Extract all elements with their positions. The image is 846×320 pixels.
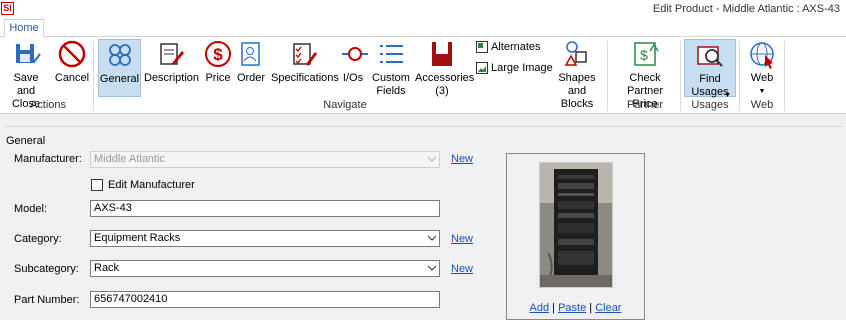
ribbon-separator xyxy=(784,41,785,111)
manufacturer-select[interactable]: Middle Atlantic xyxy=(90,151,440,168)
product-image-panel: Add | Paste | Clear xyxy=(506,153,645,320)
part-number-value: 656747002410 xyxy=(94,293,168,305)
section-divider xyxy=(4,126,842,127)
shapes-icon xyxy=(564,41,587,66)
paste-image-link[interactable]: Paste xyxy=(558,302,586,314)
description-icon xyxy=(160,43,184,65)
large-image-label: Large Image xyxy=(491,62,553,74)
new-subcategory-link[interactable]: New xyxy=(451,263,473,275)
category-label: Category: xyxy=(14,233,62,245)
custom-fields-button[interactable]: Custom Fields xyxy=(371,39,411,98)
link-separator: | xyxy=(552,302,555,314)
model-value: AXS-43 xyxy=(94,202,132,214)
list-icon xyxy=(380,45,403,63)
dollar-icon: $ xyxy=(205,41,231,67)
section-general-label: General xyxy=(6,135,46,147)
ribbon-separator xyxy=(680,41,681,111)
actions-group-label: Actions xyxy=(29,99,67,111)
partner-group-label: Partner xyxy=(626,99,664,111)
description-button[interactable]: Description xyxy=(144,39,200,85)
price-label: Price xyxy=(205,72,231,84)
find-usages-icon xyxy=(697,46,723,67)
subcategory-select[interactable]: Rack xyxy=(90,260,440,277)
form-panel: General Manufacturer: Middle Atlantic Ne… xyxy=(0,115,846,320)
ios-label: I/Os xyxy=(342,72,364,84)
usages-group-label: Usages xyxy=(691,99,729,111)
alternates-button[interactable]: Alternates xyxy=(476,41,541,53)
checklist-icon xyxy=(293,43,317,66)
subcategory-value: Rack xyxy=(94,262,120,274)
category-select[interactable]: Equipment Racks xyxy=(90,230,440,247)
link-separator: | xyxy=(589,302,593,314)
ribbon-tab-row: Home xyxy=(0,18,846,38)
accessories-icon xyxy=(432,42,452,66)
chevron-down-icon xyxy=(428,156,436,162)
manufacturer-label: Manufacturer: xyxy=(14,153,82,165)
ribbon-separator xyxy=(93,41,94,111)
large-image-button[interactable]: Large Image xyxy=(476,62,553,74)
alternates-label: Alternates xyxy=(491,41,541,53)
shapes-and-blocks-button[interactable]: Shapes and Blocks xyxy=(551,39,603,111)
app-logo: SI xyxy=(1,2,14,15)
new-category-link[interactable]: New xyxy=(451,233,473,245)
image-actions: Add | Paste | Clear xyxy=(507,302,644,314)
description-label: Description xyxy=(144,72,200,84)
edit-manufacturer-checkbox[interactable] xyxy=(91,179,103,191)
accessories-label: Accessories (3) xyxy=(415,72,475,97)
general-button[interactable]: General xyxy=(98,39,141,97)
web-label: Web xyxy=(750,72,774,84)
general-label: General xyxy=(99,73,140,85)
model-field[interactable]: AXS-43 xyxy=(90,200,440,217)
cancel-icon xyxy=(58,40,86,68)
svg-text:$: $ xyxy=(640,47,648,63)
shapes-and-blocks-label: Shapes and Blocks xyxy=(558,72,596,110)
ios-button[interactable]: I/Os xyxy=(340,39,368,85)
find-usages-label: Find Usages xyxy=(691,73,729,98)
window-title: Edit Product - Middle Atlantic : AXS-43 xyxy=(652,3,840,15)
chevron-down-icon xyxy=(428,235,436,241)
model-label: Model: xyxy=(14,203,48,215)
title-bar: SI Edit Product - Middle Atlantic : AXS-… xyxy=(0,0,846,18)
ribbon-separator xyxy=(607,41,608,111)
edit-manufacturer-label: Edit Manufacturer xyxy=(108,179,195,191)
web-button[interactable]: Web ▼ xyxy=(744,39,780,98)
specifications-button[interactable]: Specifications xyxy=(271,39,339,85)
custom-fields-label: Custom Fields xyxy=(372,72,410,97)
add-image-link[interactable]: Add xyxy=(530,302,550,314)
tab-home[interactable]: Home xyxy=(4,19,44,38)
part-number-field[interactable]: 656747002410 xyxy=(90,291,440,308)
specifications-label: Specifications xyxy=(271,72,339,84)
product-image xyxy=(539,162,613,288)
ribbon-separator xyxy=(739,41,740,111)
web-group-label: Web xyxy=(750,99,774,111)
image-icon xyxy=(476,62,488,74)
cancel-button[interactable]: Cancel xyxy=(54,39,90,85)
part-number-label: Part Number: xyxy=(14,294,80,306)
subcategory-label: Subcategory: xyxy=(14,263,79,275)
general-circles-icon xyxy=(108,44,131,66)
order-icon xyxy=(241,42,260,66)
price-button[interactable]: $ Price xyxy=(203,39,233,85)
globe-icon xyxy=(750,42,774,69)
io-connector-icon xyxy=(342,47,368,61)
category-value: Equipment Racks xyxy=(94,232,181,244)
manufacturer-value: Middle Atlantic xyxy=(94,153,165,165)
clear-image-link[interactable]: Clear xyxy=(595,302,621,314)
navigate-group-label: Navigate xyxy=(323,99,367,111)
rack-photo xyxy=(540,163,612,287)
chevron-down-icon: ▼ xyxy=(758,88,766,95)
chevron-down-icon xyxy=(428,265,436,271)
order-button[interactable]: Order xyxy=(236,39,266,85)
ribbon: Save and Close Cancel Actions General De… xyxy=(0,37,846,114)
order-label: Order xyxy=(236,72,266,84)
find-usages-button[interactable]: Find Usages ▼ xyxy=(684,39,736,99)
partner-price-icon: $ xyxy=(634,42,659,66)
floppy-disk-icon xyxy=(16,44,41,64)
svg-text:$: $ xyxy=(213,45,223,64)
cancel-label: Cancel xyxy=(54,72,90,84)
new-manufacturer-link[interactable]: New xyxy=(451,153,473,165)
alternates-icon xyxy=(476,41,488,53)
accessories-button[interactable]: Accessories (3) xyxy=(415,39,474,98)
